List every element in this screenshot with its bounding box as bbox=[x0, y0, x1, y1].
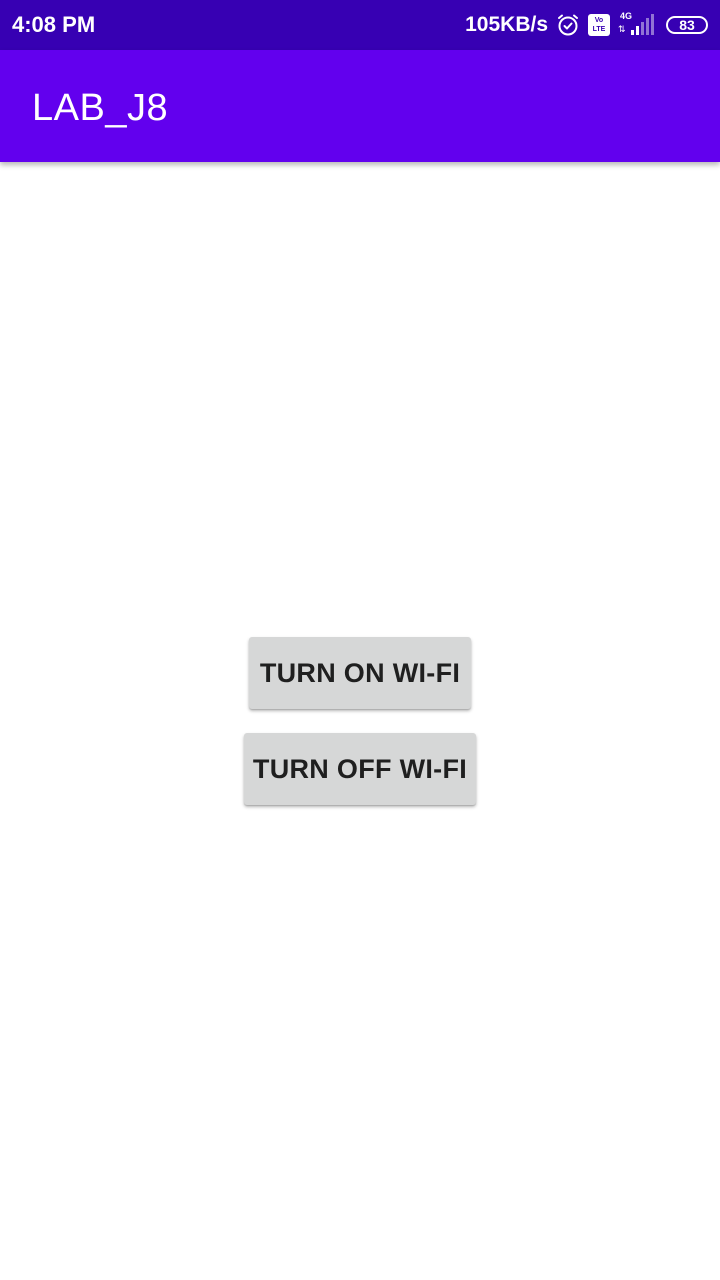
app-bar: LAB_J8 bbox=[0, 50, 720, 162]
battery-level: 83 bbox=[679, 17, 695, 33]
signal-icon: 4G ⇅ bbox=[618, 11, 658, 37]
app-title: LAB_J8 bbox=[32, 87, 169, 129]
network-speed: 105KB/s bbox=[465, 13, 548, 36]
status-bar: 4:08 PM 105KB/s Vo LTE 4G ⇅ 83 bbox=[0, 0, 720, 50]
volte-icon: Vo LTE bbox=[588, 14, 610, 36]
turn-on-wifi-button[interactable]: TURN ON WI-FI bbox=[249, 637, 471, 709]
alarm-icon bbox=[556, 13, 580, 37]
status-icons: 105KB/s Vo LTE 4G ⇅ 83 bbox=[465, 10, 708, 40]
volte-bottom-text: LTE bbox=[592, 26, 606, 33]
volte-top-text: Vo bbox=[594, 17, 604, 24]
turn-off-wifi-button[interactable]: TURN OFF WI-FI bbox=[244, 733, 476, 805]
main-content: TURN ON WI-FI TURN OFF WI-FI bbox=[0, 162, 720, 1280]
battery-icon: 83 bbox=[666, 16, 708, 34]
status-time: 4:08 PM bbox=[12, 12, 96, 37]
